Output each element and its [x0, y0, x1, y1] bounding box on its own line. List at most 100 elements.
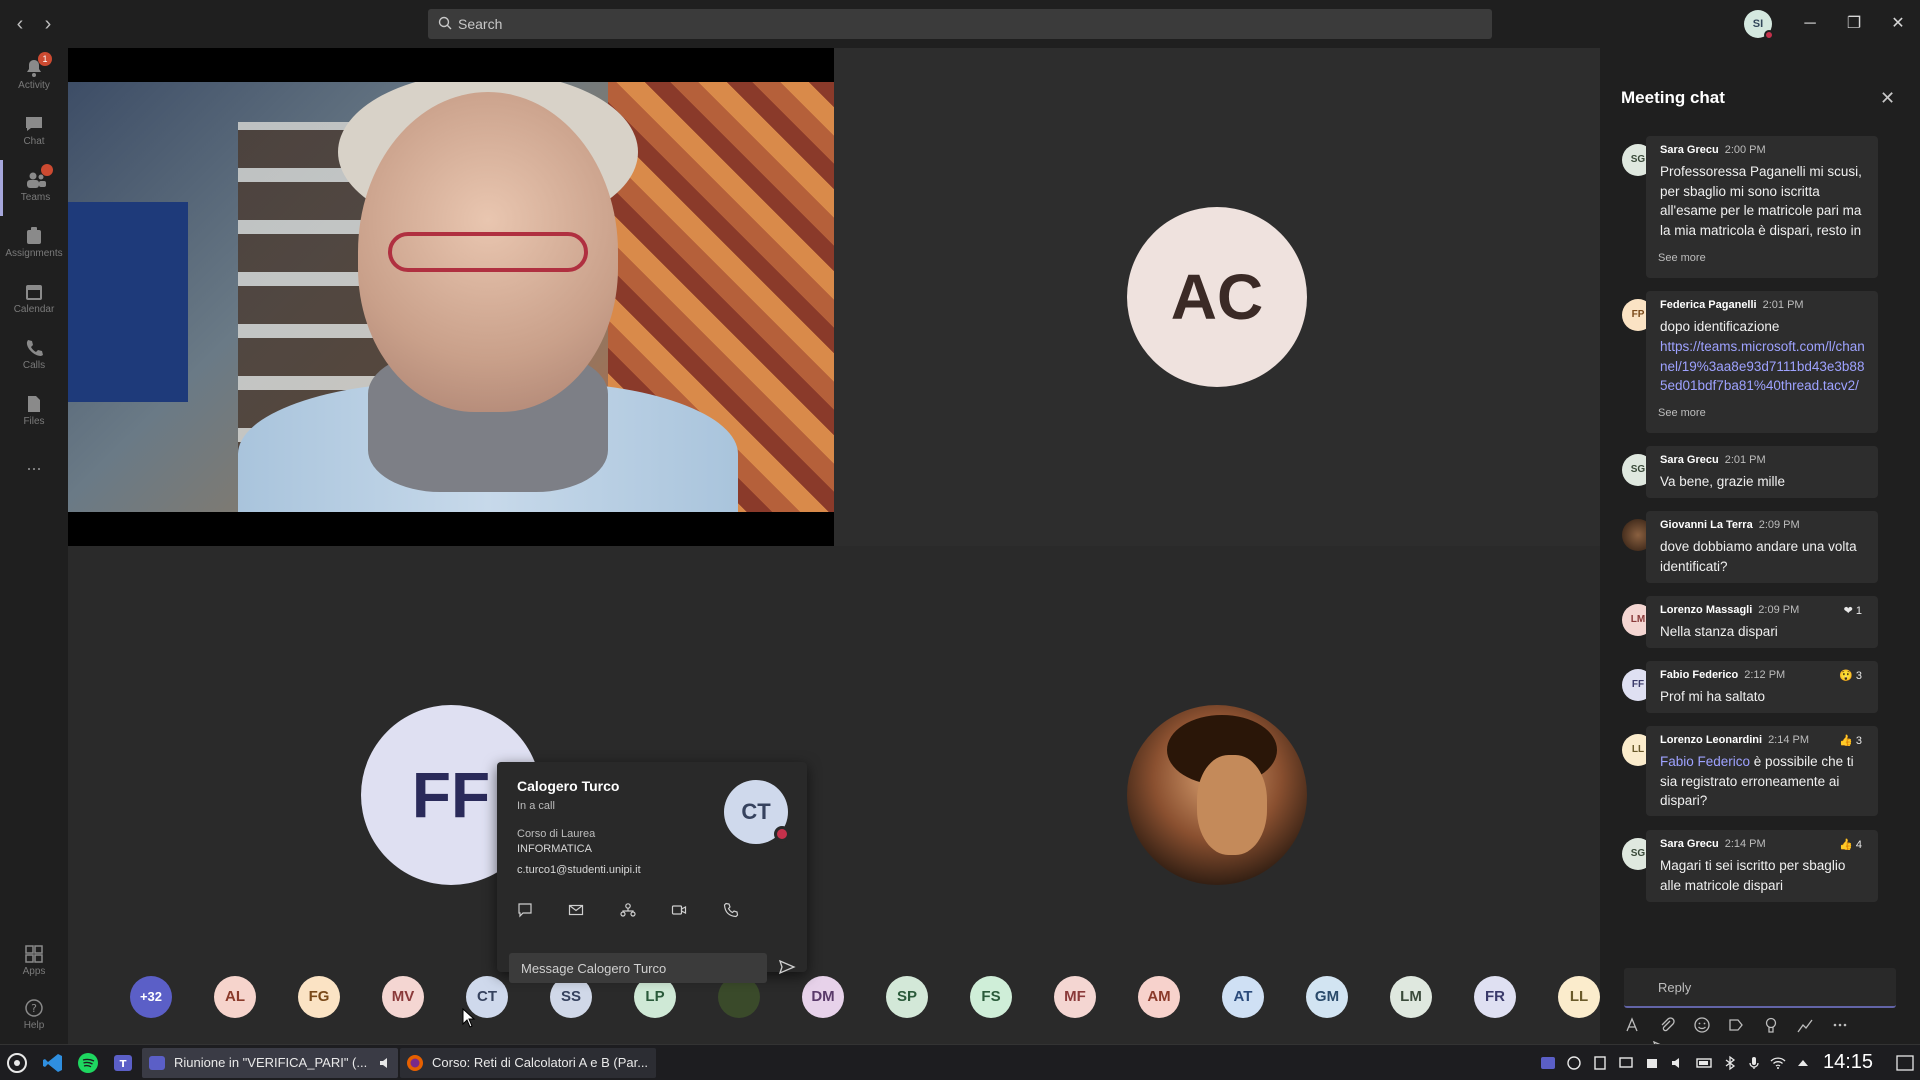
volume-icon[interactable]	[1670, 1055, 1686, 1071]
see-more-link[interactable]: See more	[1658, 252, 1706, 264]
show-desktop-icon[interactable]	[1896, 1055, 1914, 1071]
teams-app-icon[interactable]: T	[112, 1052, 134, 1074]
rail-help[interactable]: ? Help	[0, 988, 68, 1044]
praise-button[interactable]	[1762, 1016, 1780, 1034]
forward-arrow-icon[interactable]: ›	[38, 12, 58, 36]
network-manager-icon[interactable]	[1566, 1055, 1582, 1071]
profile-message-input[interactable]: Message Calogero Turco	[509, 953, 767, 983]
rail-files[interactable]: Files	[0, 384, 68, 440]
chat-close-button[interactable]: ✕	[1880, 88, 1895, 109]
rail-calendar[interactable]: Calendar	[0, 272, 68, 328]
teams-tray-icon[interactable]	[1540, 1055, 1556, 1071]
message-time: 2:14 PM	[1724, 838, 1766, 850]
meeting-chat-panel: Meeting chat ✕ SG Sara Grecu 2:00 PM Prof…	[1600, 48, 1920, 1056]
profile-name: Calogero Turco	[517, 778, 620, 794]
message-text: Prof mi ha saltato	[1660, 689, 1766, 704]
microphone-icon[interactable]	[1746, 1055, 1762, 1071]
video-call-button[interactable]	[671, 902, 695, 926]
display-icon[interactable]	[1618, 1055, 1634, 1071]
chat-title: Meeting chat	[1621, 88, 1725, 107]
title-bar: ‹ › Search SI ─ ❐ ✕	[0, 0, 1920, 48]
system-menu-icon[interactable]	[6, 1052, 28, 1074]
gif-button[interactable]	[1727, 1016, 1745, 1034]
participant-avatar[interactable]: LM	[1390, 976, 1432, 1018]
stream-button[interactable]	[1796, 1016, 1814, 1034]
message-reaction[interactable]: 😲 3	[1839, 669, 1862, 682]
message-link[interactable]: https://teams.microsoft.com/l/channel/19…	[1660, 337, 1866, 395]
clock[interactable]: 14:15	[1823, 1051, 1873, 1074]
more-options-button[interactable]	[1831, 1016, 1849, 1034]
rail-calls[interactable]: Calls	[0, 328, 68, 384]
participant-avatar[interactable]: FR	[1474, 976, 1516, 1018]
format-icon	[1626, 1017, 1638, 1032]
back-arrow-icon[interactable]: ‹	[10, 12, 30, 36]
message-time: 2:14 PM	[1768, 734, 1810, 746]
participant-avatar[interactable]: AM	[1138, 976, 1180, 1018]
tray-expand-icon[interactable]	[1796, 1055, 1812, 1071]
rail-chat[interactable]: Chat	[0, 104, 68, 160]
rail-assignments[interactable]: Assignments	[0, 216, 68, 272]
clipboard-icon[interactable]	[1592, 1055, 1608, 1071]
emoji-button[interactable]	[1693, 1016, 1711, 1034]
message-reaction[interactable]: 👍 4	[1839, 838, 1862, 851]
reply-input[interactable]: Reply	[1624, 968, 1896, 1008]
video-poster	[68, 202, 188, 402]
participant-avatar[interactable]: MF	[1054, 976, 1096, 1018]
battery-icon[interactable]	[1696, 1055, 1712, 1071]
attach-button[interactable]	[1658, 1016, 1676, 1034]
participant-avatar[interactable]: DM	[802, 976, 844, 1018]
bluetooth-glyph	[1725, 1055, 1736, 1071]
mail-icon	[569, 904, 584, 916]
taskbar-teams-window[interactable]: Riunione in "VERIFICA_PARI" (...	[142, 1048, 398, 1078]
rail-label: Calls	[22, 360, 46, 371]
see-more-link[interactable]: See more	[1658, 407, 1706, 419]
message-mention[interactable]: Fabio Federico	[1660, 754, 1750, 769]
files-icon	[28, 396, 40, 412]
profile-avatar-initials: CT	[741, 799, 771, 824]
taskbar-firefox-window[interactable]: Corso: Reti di Calcolatori A e B (Par...	[400, 1048, 656, 1078]
my-avatar[interactable]: SI	[1744, 10, 1774, 40]
send-icon[interactable]	[778, 958, 796, 976]
format-button[interactable]	[1624, 1016, 1642, 1034]
wifi-icon[interactable]	[1770, 1055, 1786, 1071]
network-glyph	[1567, 1056, 1581, 1070]
participant-avatar[interactable]: FS	[970, 976, 1012, 1018]
participant-avatar[interactable]: LL	[1558, 976, 1600, 1018]
close-window-button[interactable]: ✕	[1886, 12, 1910, 36]
praise-icon	[1765, 1017, 1776, 1033]
profile-email[interactable]: c.turco1@studenti.unipi.it	[517, 864, 641, 876]
teams-app-icon	[149, 1056, 165, 1070]
participant-avatar[interactable]: GM	[1306, 976, 1348, 1018]
rail-activity[interactable]: Activity 1	[0, 48, 68, 104]
participant-avatar[interactable]: +32	[130, 976, 172, 1018]
rail-apps[interactable]: Apps	[0, 934, 68, 990]
participant-avatar[interactable]: AT	[1222, 976, 1264, 1018]
org-chart-button[interactable]	[620, 902, 644, 926]
audio-call-button[interactable]	[723, 902, 747, 926]
devices-glyph	[1647, 1059, 1657, 1068]
minimize-button[interactable]: ─	[1798, 12, 1822, 36]
rail-label: Activity	[18, 80, 50, 91]
profile-dept-line2: INFORMATICA	[517, 843, 592, 855]
rail-label: Apps	[22, 966, 46, 977]
email-action-button[interactable]	[568, 902, 592, 926]
chat-action-button[interactable]	[517, 902, 541, 926]
speaker-icon	[380, 1058, 387, 1068]
bluetooth-icon[interactable]	[1722, 1055, 1738, 1071]
photo-face	[1197, 755, 1267, 855]
participant-avatar[interactable]: SP	[886, 976, 928, 1018]
assignments-icon	[27, 227, 41, 244]
vscode-icon[interactable]	[42, 1052, 64, 1074]
rail-more[interactable]: ...	[0, 440, 68, 496]
devices-icon[interactable]	[1644, 1055, 1660, 1071]
participant-avatar[interactable]: MV	[382, 976, 424, 1018]
restore-button[interactable]: ❐	[1842, 12, 1866, 36]
rail-teams[interactable]: Teams	[0, 160, 68, 216]
participant-video[interactable]	[68, 82, 834, 512]
message-reaction[interactable]: 👍 3	[1839, 734, 1862, 747]
participant-avatar[interactable]: FG	[298, 976, 340, 1018]
participant-avatar[interactable]: AL	[214, 976, 256, 1018]
spotify-icon[interactable]	[77, 1052, 99, 1074]
search-input[interactable]: Search	[428, 9, 1492, 39]
message-reaction[interactable]: ❤ 1	[1844, 604, 1862, 617]
